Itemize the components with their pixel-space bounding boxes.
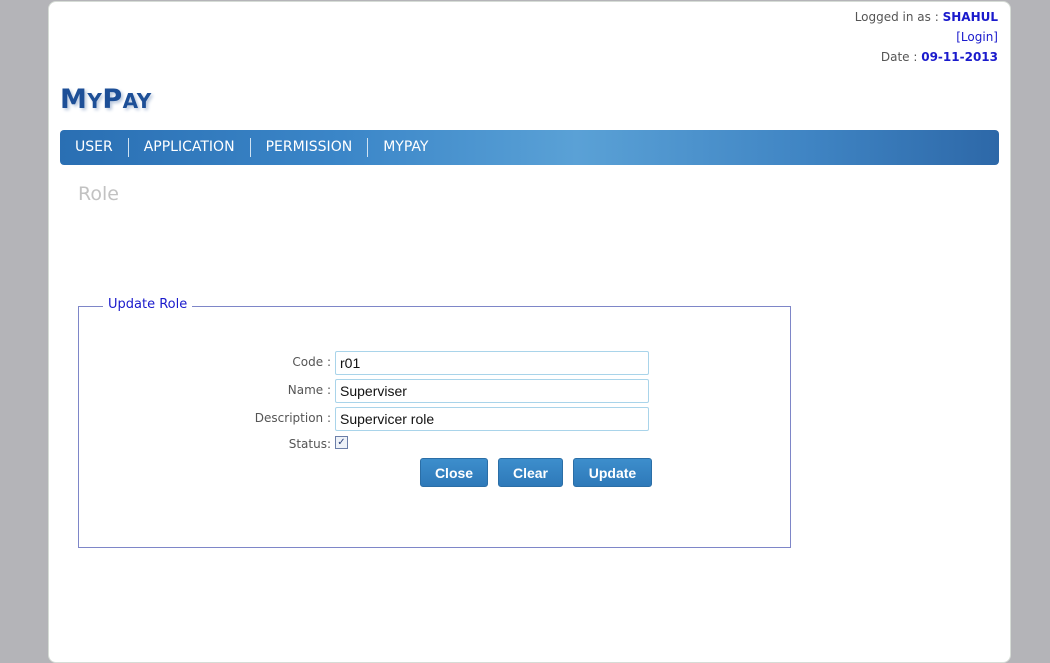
- nav-item-application[interactable]: APPLICATION: [129, 138, 251, 157]
- update-role-fieldset: Update Role Code : Name : Description : …: [78, 297, 791, 548]
- logo-letters-ay: AY: [122, 89, 152, 113]
- main-nav: USER APPLICATION PERMISSION MYPAY: [60, 130, 999, 165]
- logo-letter-p: P: [102, 84, 123, 115]
- page-container: Logged in as : SHAHUL [Login] Date : 09-…: [48, 1, 1011, 663]
- logged-in-label: Logged in as :: [854, 10, 943, 24]
- fieldset-legend: Update Role: [103, 297, 193, 312]
- login-line: [Login]: [855, 27, 998, 47]
- name-row: Name :: [79, 379, 790, 403]
- login-info: Logged in as : SHAHUL [Login] Date : 09-…: [855, 7, 998, 67]
- logo-letter-m: M: [60, 84, 88, 115]
- logo-letters-y: Y: [87, 89, 103, 113]
- name-label: Name :: [287, 383, 331, 397]
- logged-in-user: SHAHUL: [942, 10, 998, 24]
- update-button[interactable]: Update: [573, 458, 652, 487]
- clear-button[interactable]: Clear: [498, 458, 563, 487]
- status-row: Status: ✓: [79, 435, 790, 459]
- description-input[interactable]: [335, 407, 649, 431]
- code-row: Code :: [79, 351, 790, 375]
- login-link[interactable]: [Login]: [956, 30, 998, 44]
- code-input[interactable]: [335, 351, 649, 375]
- date-value: 09-11-2013: [921, 50, 998, 64]
- status-checkbox[interactable]: ✓: [335, 436, 348, 449]
- date-line: Date : 09-11-2013: [855, 47, 998, 67]
- close-button[interactable]: Close: [420, 458, 488, 487]
- code-label: Code :: [292, 355, 331, 369]
- name-input[interactable]: [335, 379, 649, 403]
- status-label: Status:: [288, 437, 331, 451]
- description-row: Description :: [79, 407, 790, 431]
- date-label: Date :: [880, 50, 922, 64]
- nav-item-mypay[interactable]: MYPAY: [368, 138, 443, 157]
- description-label: Description :: [254, 411, 331, 425]
- app-logo: MYPAY: [60, 84, 152, 115]
- nav-item-permission[interactable]: PERMISSION: [251, 138, 369, 157]
- logged-in-line: Logged in as : SHAHUL: [855, 7, 998, 27]
- page-title: Role: [78, 183, 119, 205]
- nav-item-user[interactable]: USER: [60, 138, 129, 157]
